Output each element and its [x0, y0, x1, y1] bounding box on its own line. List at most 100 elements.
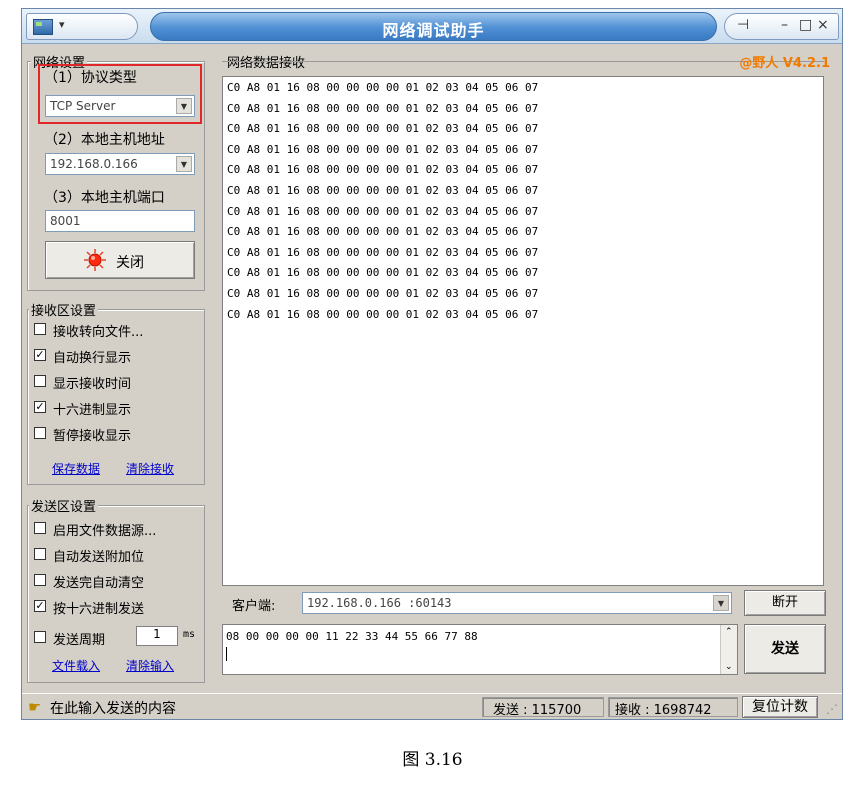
- receive-line: C0 A8 01 16 08 00 00 00 00 01 02 03 04 0…: [227, 184, 539, 197]
- receive-line: C0 A8 01 16 08 00 00 00 00 01 02 03 04 0…: [227, 204, 539, 218]
- receive-checkbox[interactable]: 暂停接收显示: [34, 425, 184, 444]
- receive-check-box[interactable]: [34, 323, 46, 335]
- chevron-down-icon[interactable]: ▼: [713, 595, 729, 611]
- send-check-box[interactable]: ✓: [34, 600, 46, 612]
- hand-pointer-icon: ☛: [28, 698, 42, 716]
- title-pill: 网络调试助手: [150, 12, 717, 41]
- scroll-down-icon[interactable]: ⌄: [725, 662, 733, 672]
- send-checkbox[interactable]: 自动发送附加位: [34, 546, 184, 565]
- receive-area-divider: [222, 61, 824, 62]
- title-bar[interactable]: ▾ 网络调试助手 ⊣ – □ ×: [22, 9, 842, 44]
- receive-checkbox[interactable]: 显示接收时间: [34, 373, 184, 392]
- maximize-icon[interactable]: □: [799, 17, 812, 33]
- save-data-link[interactable]: 保存数据: [52, 460, 100, 477]
- send-text: 08 00 00 00 00 11 22 33 44 55 66 77 88: [226, 630, 478, 643]
- receive-checkbox[interactable]: 接收转向文件...: [34, 321, 184, 340]
- minimize-icon[interactable]: –: [781, 17, 788, 33]
- disconnect-button[interactable]: 断开: [744, 590, 826, 616]
- send-period-input[interactable]: 1: [136, 626, 178, 646]
- resize-grip-icon[interactable]: ⋰: [826, 702, 838, 716]
- scroll-up-icon[interactable]: ⌃: [725, 627, 733, 637]
- system-menu-button[interactable]: ▾: [26, 13, 138, 40]
- receive-check-box[interactable]: [34, 375, 46, 387]
- protocol-type-value: TCP Server: [50, 99, 116, 113]
- receive-line: C0 A8 01 16 08 00 00 00 00 01 02 03 04 0…: [227, 101, 539, 115]
- local-port-value: 8001: [50, 214, 81, 228]
- client-value: 192.168.0.166 :60143: [307, 596, 452, 610]
- chevron-down-icon[interactable]: ▼: [176, 98, 192, 114]
- send-scrollbar[interactable]: ⌃ ⌄: [720, 625, 737, 674]
- send-button[interactable]: 发送: [744, 624, 826, 674]
- receive-line: C0 A8 01 16 08 00 00 00 00 01 02 03 04 0…: [227, 287, 539, 300]
- close-connection-button[interactable]: 关闭: [45, 241, 195, 279]
- send-settings-label: 发送区设置: [29, 496, 99, 515]
- clear-input-link[interactable]: 清除输入: [126, 657, 174, 674]
- local-host-value: 192.168.0.166: [50, 157, 138, 171]
- send-checkbox[interactable]: 发送完自动清空: [34, 572, 184, 591]
- close-icon[interactable]: ×: [817, 17, 829, 33]
- receive-line: C0 A8 01 16 08 00 00 00 00 01 02 03 04 0…: [227, 225, 539, 239]
- send-period-value: 1: [153, 627, 161, 641]
- receive-checkbox[interactable]: ✓ 自动换行显示: [34, 347, 184, 366]
- receive-line: C0 A8 01 16 08 00 00 00 00 01 02 03 04 0…: [227, 266, 539, 280]
- receive-check-box[interactable]: [34, 427, 46, 439]
- receive-textarea[interactable]: C0 A8 01 16 08 00 00 00 00 01 02 03 04 0…: [222, 76, 824, 586]
- client-label: 客户端:: [232, 599, 276, 614]
- protocol-type-label: （1）协议类型: [44, 70, 137, 86]
- send-period-box[interactable]: [34, 631, 46, 643]
- version-label: @野人 V4.2.1: [739, 56, 830, 71]
- close-button-label: 关闭: [116, 255, 144, 271]
- receive-option-label: 接收转向文件...: [53, 325, 144, 340]
- protocol-type-select[interactable]: TCP Server ▼: [45, 95, 195, 117]
- receive-settings-label: 接收区设置: [29, 300, 99, 319]
- receive-option-label: 显示接收时间: [53, 377, 132, 392]
- receive-checkbox[interactable]: ✓ 十六进制显示: [34, 399, 184, 418]
- receive-line: C0 A8 01 16 08 00 00 00 00 01 02 03 04 0…: [227, 81, 539, 94]
- figure-caption: 图 3.16: [402, 750, 463, 770]
- menu-arrow-icon: ▾: [59, 18, 65, 31]
- send-check-box[interactable]: [34, 574, 46, 586]
- window-title: 网络调试助手: [382, 21, 485, 40]
- status-hint: 在此输入发送的内容: [50, 701, 176, 717]
- client-select[interactable]: 192.168.0.166 :60143 ▼: [302, 592, 732, 614]
- receive-line: C0 A8 01 16 08 00 00 00 00 01 02 03 04 0…: [227, 122, 539, 136]
- clear-receive-link[interactable]: 清除接收: [126, 460, 174, 477]
- send-period-unit: ms: [183, 629, 196, 640]
- sent-counter: 发送 : 115700: [482, 697, 604, 718]
- send-checkbox[interactable]: 启用文件数据源...: [34, 520, 184, 539]
- receive-option-label: 自动换行显示: [53, 351, 132, 366]
- receive-check-box[interactable]: ✓: [34, 349, 46, 361]
- reset-counter-button[interactable]: 复位计数: [742, 696, 818, 718]
- receive-line: C0 A8 01 16 08 00 00 00 00 01 02 03 04 0…: [227, 307, 539, 321]
- local-port-label: （3）本地主机端口: [44, 190, 165, 206]
- local-host-select[interactable]: 192.168.0.166 ▼: [45, 153, 195, 175]
- app-window: ▾ 网络调试助手 ⊣ – □ × 网络设置 （1）协议类型 TCP Server…: [21, 8, 843, 720]
- send-check-box[interactable]: [34, 522, 46, 534]
- receive-line: C0 A8 01 16 08 00 00 00 00 01 02 03 04 0…: [227, 163, 539, 177]
- text-cursor: [226, 647, 227, 661]
- status-bar: ☛ 在此输入发送的内容 发送 : 115700 接收 : 1698742 复位计…: [22, 693, 842, 719]
- status-light-icon: [84, 249, 106, 271]
- send-period-label: 发送周期: [53, 633, 106, 648]
- send-textarea[interactable]: 08 00 00 00 00 11 22 33 44 55 66 77 88 ⌃…: [222, 624, 738, 675]
- send-checkbox[interactable]: ✓ 按十六进制发送: [34, 598, 184, 617]
- send-option-label: 按十六进制发送: [53, 602, 145, 617]
- window-controls: ⊣ – □ ×: [724, 13, 839, 40]
- receive-check-box[interactable]: ✓: [34, 401, 46, 413]
- send-period-checkbox[interactable]: 发送周期: [34, 629, 204, 648]
- send-option-label: 自动发送附加位: [53, 550, 145, 565]
- network-app-icon: [33, 19, 53, 35]
- local-port-input[interactable]: 8001: [45, 210, 195, 232]
- receive-line: C0 A8 01 16 08 00 00 00 00 01 02 03 04 0…: [227, 142, 539, 156]
- send-option-label: 发送完自动清空: [53, 576, 145, 591]
- received-counter: 接收 : 1698742: [608, 697, 738, 718]
- pin-icon[interactable]: ⊣: [737, 17, 749, 33]
- load-file-link[interactable]: 文件载入: [52, 657, 100, 674]
- receive-line: C0 A8 01 16 08 00 00 00 00 01 02 03 04 0…: [227, 245, 539, 259]
- receive-option-label: 暂停接收显示: [53, 429, 132, 444]
- send-check-box[interactable]: [34, 548, 46, 560]
- local-host-label: （2）本地主机地址: [44, 132, 165, 148]
- send-option-label: 启用文件数据源...: [53, 524, 157, 539]
- receive-option-label: 十六进制显示: [53, 403, 132, 418]
- chevron-down-icon[interactable]: ▼: [176, 156, 192, 172]
